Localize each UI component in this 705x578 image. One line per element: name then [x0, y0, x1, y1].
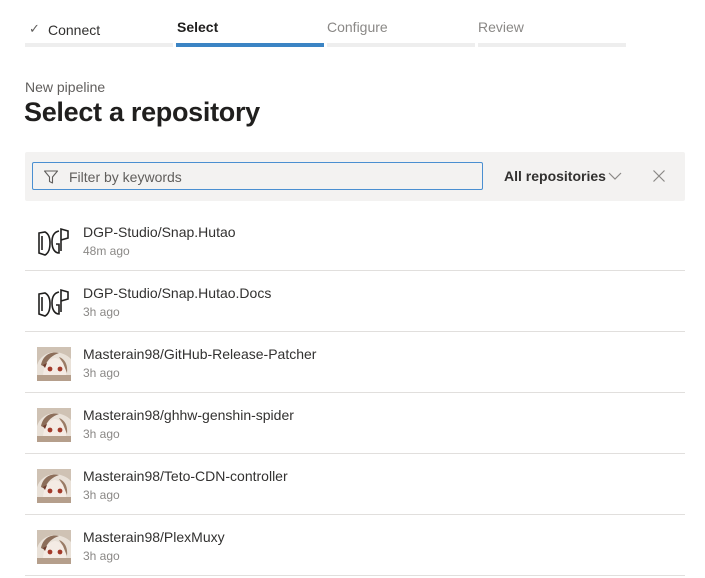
- repository-updated: 3h ago: [83, 366, 120, 380]
- filter-input[interactable]: [67, 167, 471, 187]
- user-avatar-icon: [37, 530, 71, 564]
- chevron-down-icon[interactable]: [608, 169, 622, 183]
- step-label: Connect: [48, 22, 101, 38]
- user-avatar-icon: [37, 469, 71, 503]
- step-label: Select: [177, 19, 219, 35]
- repository-name: DGP-Studio/Snap.Hutao.Docs: [83, 285, 272, 301]
- repository-name: Masterain98/Teto-CDN-controller: [83, 468, 288, 484]
- page-title: Select a repository: [24, 97, 260, 127]
- repository-name: DGP-Studio/Snap.Hutao: [83, 224, 236, 240]
- step-progress-bar: [478, 43, 626, 47]
- step-label: Configure: [327, 19, 388, 35]
- repository-row[interactable]: Masterain98/PlexMuxy 3h ago: [25, 515, 685, 576]
- filter-icon: [43, 170, 59, 184]
- repository-row[interactable]: DGP-Studio/Snap.Hutao.Docs 3h ago: [25, 271, 685, 332]
- filter-field[interactable]: [32, 162, 483, 190]
- user-avatar-icon: [37, 408, 71, 442]
- repository-row[interactable]: DGP-Studio/Snap.Hutao 48m ago: [25, 210, 685, 271]
- repository-updated: 48m ago: [83, 244, 130, 258]
- repository-updated: 3h ago: [83, 305, 120, 319]
- step-connect[interactable]: ✓ Connect: [25, 0, 173, 48]
- repository-updated: 3h ago: [83, 488, 120, 502]
- user-avatar-icon: [37, 347, 71, 381]
- repository-updated: 3h ago: [83, 427, 120, 441]
- repository-row[interactable]: Masterain98/Teto-CDN-controller 3h ago: [25, 454, 685, 515]
- repository-scope-dropdown[interactable]: All repositories: [504, 168, 606, 184]
- repository-name: Masterain98/PlexMuxy: [83, 529, 225, 545]
- step-configure[interactable]: Configure: [327, 0, 475, 48]
- step-progress-bar: [327, 43, 475, 47]
- step-label: Review: [478, 19, 524, 35]
- repository-name: Masterain98/ghhw-genshin-spider: [83, 407, 294, 423]
- repository-row[interactable]: Masterain98/GitHub-Release-Patcher 3h ag…: [25, 332, 685, 393]
- filter-bar: All repositories: [25, 152, 685, 201]
- repository-name: Masterain98/GitHub-Release-Patcher: [83, 346, 317, 362]
- step-select[interactable]: Select: [176, 0, 324, 48]
- step-progress-bar: [176, 43, 324, 47]
- repository-updated: 3h ago: [83, 549, 120, 563]
- repository-list: DGP-Studio/Snap.Hutao 48m ago DGP-Studio…: [25, 210, 685, 576]
- step-progress-bar: [25, 43, 173, 47]
- dgp-logo-icon: [38, 288, 69, 317]
- repository-row[interactable]: Masterain98/ghhw-genshin-spider 3h ago: [25, 393, 685, 454]
- close-icon[interactable]: [652, 169, 666, 183]
- dgp-logo-icon: [38, 227, 69, 256]
- step-review[interactable]: Review: [478, 0, 626, 48]
- wizard-steps: ✓ Connect Select Configure Review: [25, 0, 630, 50]
- page-subtitle: New pipeline: [25, 79, 106, 95]
